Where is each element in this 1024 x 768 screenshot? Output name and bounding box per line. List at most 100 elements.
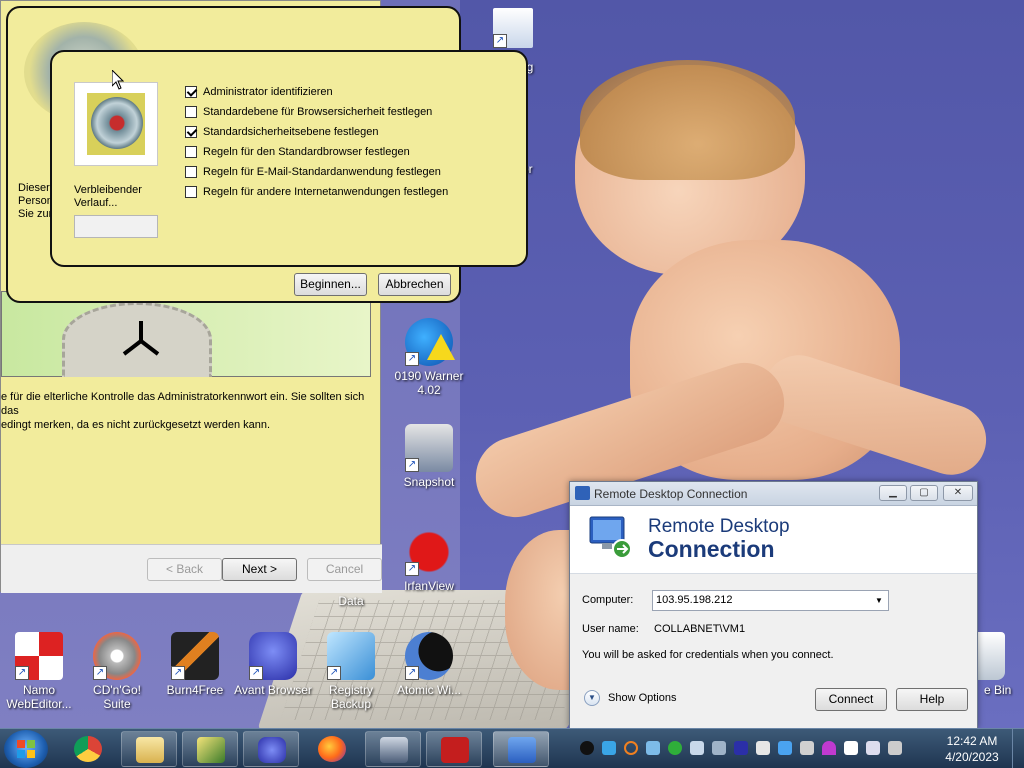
remaining-label: Verbleibender Verlauf... [74,184,142,209]
show-options-toggle[interactable]: ▼ Show Options [584,690,676,706]
rubik-cube-icon: ↗ [15,632,63,680]
tray-drive-icon[interactable] [712,741,726,755]
y-shape-icon [122,321,160,356]
step-row[interactable]: Administrator identifizieren [185,82,448,102]
close-button[interactable]: ✕ [943,485,973,501]
desktop-icon-data-label[interactable]: Data [312,594,390,608]
desktop-icon-burn4free[interactable]: ↗ Burn4Free [156,632,234,697]
credentials-note: You will be asked for credentials when y… [582,649,834,661]
taskbar-explorer[interactable] [121,731,177,767]
tray-printer-icon[interactable] [800,741,814,755]
tray-search-icon[interactable] [624,741,638,755]
desktop-icon-0190-warner[interactable]: ↗ 0190 Warner 4.02 [390,318,468,397]
shortcut-arrow-icon: ↗ [493,34,507,48]
mail-icon: ↗ [493,8,533,48]
heartbeat-monitor-icon [441,737,469,763]
checkbox[interactable] [185,126,197,138]
taskbar-app-check[interactable] [182,731,238,767]
expand-chevron-icon: ▼ [584,690,600,706]
tray-cube-icon[interactable] [602,741,616,755]
wizard-instructions: e für die elterliche Kontrolle das Admin… [1,391,365,431]
abort-button[interactable]: Abbrechen [378,273,451,296]
taskbar-chrome[interactable] [60,731,116,767]
clock-time: 12:42 AM [946,734,998,748]
taskbar-setup[interactable] [365,731,421,767]
warning-triangle-icon [427,334,455,360]
mouse-cursor-icon [112,70,124,90]
clock[interactable]: 12:42 AM 4/20/2023 [940,733,1004,765]
step-row[interactable]: Regeln für E-Mail-Standardanwendung fest… [185,162,448,182]
windows-logo-icon [17,740,35,758]
start-button[interactable] [4,730,48,768]
remote-desktop-window: Remote Desktop Connection ▁ ▢ ✕ Remote D… [569,481,978,728]
next-button[interactable]: Next > [222,558,297,581]
camera-icon: ↗ [405,424,453,472]
back-button[interactable]: < Back [147,558,222,581]
show-desktop-button[interactable] [1012,729,1024,768]
username-label: User name: [582,623,639,635]
tray-power-icon[interactable] [668,741,682,755]
taskbar: 12:42 AM 4/20/2023 [0,728,1024,768]
step-row[interactable]: Regeln für den Standardbrowser festlegen [185,142,448,162]
checkbox[interactable] [185,146,197,158]
desktop-icon-snapshot[interactable]: ↗ Snapshot [390,424,468,489]
computer-combobox[interactable]: 103.95.198.212 ▼ [652,590,889,611]
taskbar-rdc[interactable] [493,731,549,767]
desktop-icon-partial-top[interactable]: ↗ ng [474,8,552,74]
tray-umbrella-icon[interactable] [822,741,836,755]
maximize-button[interactable]: ▢ [910,485,938,501]
folder-icon [136,737,164,763]
tray-network-icon[interactable] [646,741,660,755]
clock-date: 4/20/2023 [945,750,999,764]
desktop-icon-irfanview[interactable]: ↗ IrfanView [390,528,468,593]
shortcut-arrow-icon: ↗ [405,666,419,680]
cancel-button[interactable]: Cancel [307,558,382,581]
shortcut-arrow-icon: ↗ [15,666,29,680]
checkbox[interactable] [185,186,197,198]
begin-button[interactable]: Beginnen... [294,273,367,296]
tray-shield-icon[interactable] [580,741,594,755]
rdc-header: Remote Desktop Connection [570,506,977,574]
installer-icon [380,737,408,763]
chevron-down-icon[interactable]: ▼ [872,591,886,610]
shortcut-arrow-icon: ↗ [171,666,185,680]
step-row[interactable]: Regeln für andere Internetanwendungen fe… [185,182,448,202]
connect-button[interactable]: Connect [815,688,887,711]
tray-keyboard-icon[interactable] [756,741,770,755]
shortcut-arrow-icon: ↗ [405,562,419,576]
wizard-footer: < Back Next > Cancel [1,544,382,593]
taskbar-monitor[interactable] [426,731,482,767]
tray-dropbox-icon[interactable] [778,741,792,755]
desktop-icon-cdngo[interactable]: ↗ CD'n'Go! Suite [78,632,156,711]
red-splat-icon: ↗ [405,528,453,576]
checkbox[interactable] [185,106,197,118]
computer-label: Computer: [582,594,634,606]
steps-checklist: Administrator identifizieren Standardebe… [185,82,448,202]
firefox-icon [318,736,346,762]
tray-display-icon[interactable] [866,741,880,755]
step-row[interactable]: Standardsicherheitsebene festlegen [185,122,448,142]
desktop-icon-atomic[interactable]: ↗ Atomic Wi... [390,632,468,697]
cd-disc-icon: ↗ [93,632,141,680]
help-button[interactable]: Help [896,688,968,711]
tray-disk-icon[interactable] [690,741,704,755]
tray-flag-icon[interactable] [844,741,858,755]
taskbar-avant[interactable] [243,731,299,767]
rdc-app-icon [575,486,590,500]
title-bar[interactable]: Remote Desktop Connection ▁ ▢ ✕ [570,482,977,506]
burn4free-logo-icon: ↗ [171,632,219,680]
tray-avant-icon[interactable] [734,741,748,755]
rdc-form: Computer: 103.95.198.212 ▼ User name: CO… [570,574,977,728]
desktop-icon-avant[interactable]: ↗ Avant Browser [234,632,312,697]
tray-volume-muted-icon[interactable] [888,741,902,755]
checkbox[interactable] [185,166,197,178]
remote-desktop-icon [508,737,536,763]
taskbar-firefox[interactable] [304,731,360,767]
desktop-icon-namo[interactable]: ↗ Namo WebEditor... [0,632,78,711]
desktop-icon-registry[interactable]: ↗ Registry Backup [312,632,390,711]
minimize-button[interactable]: ▁ [879,485,907,501]
checkbox[interactable] [185,86,197,98]
username-value: COLLABNET\VM1 [654,623,746,635]
header-title-line2: Connection [648,536,775,562]
step-row[interactable]: Standardebene für Browsersicherheit fest… [185,102,448,122]
